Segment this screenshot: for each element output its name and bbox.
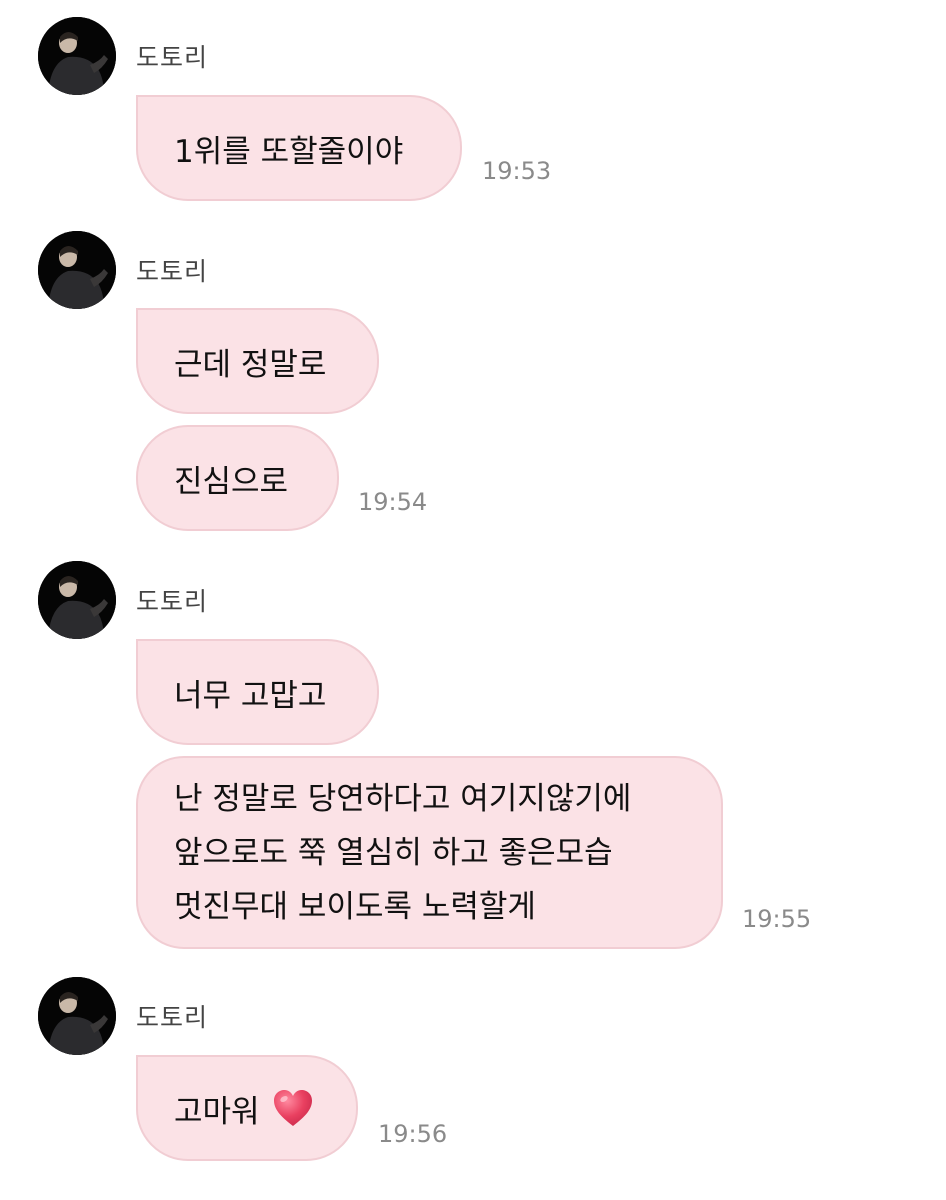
avatar-image xyxy=(38,231,116,309)
sender-name: 도토리 xyxy=(136,1003,209,1032)
message-text: 1위를 또할줄이야 xyxy=(174,133,404,170)
sender-name: 도토리 xyxy=(136,587,209,616)
heart-icon xyxy=(273,1090,312,1126)
message-line: 난 정말로 당연하다고 여기지않기에 xyxy=(174,780,632,817)
message-line: 앞으로도 쭉 열심히 하고 좋은모습 xyxy=(174,834,613,871)
avatar-image xyxy=(38,17,116,95)
sender-name: 도토리 xyxy=(136,257,209,286)
message-bubble[interactable]: 고마워 xyxy=(136,1055,358,1161)
message-time: 19:56 xyxy=(378,1120,448,1148)
message-bubble[interactable]: 너무 고맙고 xyxy=(136,639,379,745)
message-bubble[interactable]: 난 정말로 당연하다고 여기지않기에 앞으로도 쭉 열심히 하고 좋은모습 멋진… xyxy=(136,756,723,949)
avatar-image xyxy=(38,561,116,639)
message-text: 근데 정말로 xyxy=(174,346,327,383)
message-bubble[interactable]: 근데 정말로 xyxy=(136,308,379,414)
avatar[interactable] xyxy=(38,977,116,1055)
message-bubble[interactable]: 진심으로 xyxy=(136,425,339,531)
avatar[interactable] xyxy=(38,17,116,95)
sender-name: 도토리 xyxy=(136,43,209,72)
message-time: 19:53 xyxy=(482,157,552,185)
message-time: 19:55 xyxy=(742,905,812,933)
message-text: 고마워 xyxy=(174,1093,260,1130)
message-line: 멋진무대 보이도록 노력할게 xyxy=(174,888,536,925)
message-text: 진심으로 xyxy=(174,463,289,500)
message-time: 19:54 xyxy=(358,488,428,516)
avatar-image xyxy=(38,977,116,1055)
avatar[interactable] xyxy=(38,561,116,639)
avatar[interactable] xyxy=(38,231,116,309)
message-bubble[interactable]: 1위를 또할줄이야 xyxy=(136,95,462,201)
message-text: 너무 고맙고 xyxy=(174,677,327,714)
